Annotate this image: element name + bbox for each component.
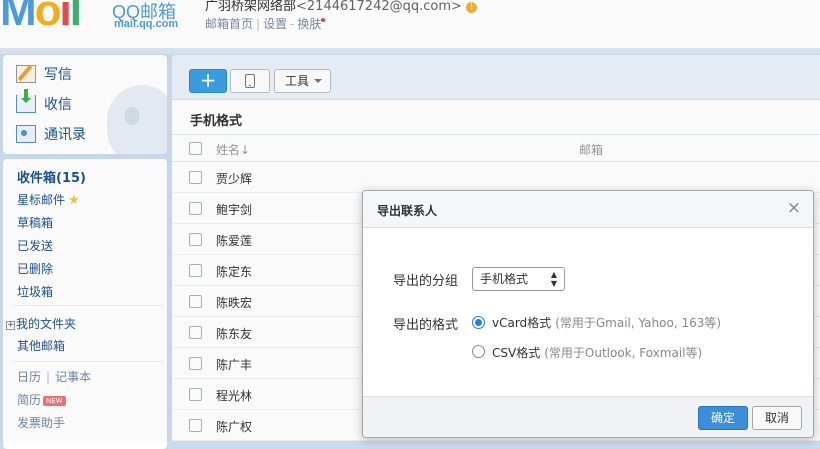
csv-radio[interactable] bbox=[472, 345, 485, 358]
export-contacts-dialog: 导出联系人 × 导出的分组 手机格式 ▲ ▼ 导出的格式 vCard格式 (常用于G… bbox=[362, 190, 814, 438]
dialog-header: 导出联系人 × bbox=[363, 191, 813, 228]
csv-hint: (常用于Outlook, Foxmail等) bbox=[544, 346, 703, 360]
vcard-option[interactable]: vCard格式 (常用于Gmail, Yahoo, 163等) bbox=[492, 314, 721, 331]
vcard-label: vCard格式 bbox=[492, 316, 552, 330]
close-icon[interactable]: × bbox=[787, 199, 801, 217]
dialog-title: 导出联系人 bbox=[377, 204, 438, 218]
export-group-label: 导出的分组 bbox=[393, 274, 459, 289]
confirm-button[interactable]: 确定 bbox=[698, 406, 748, 430]
dialog-footer: 确定 取消 bbox=[363, 396, 813, 437]
cancel-button[interactable]: 取消 bbox=[752, 406, 802, 430]
csv-label: CSV格式 bbox=[492, 346, 541, 360]
vcard-hint: (常用于Gmail, Yahoo, 163等) bbox=[555, 316, 722, 330]
export-format-label: 导出的格式 bbox=[393, 318, 459, 333]
export-group-select[interactable]: 手机格式 ▲ ▼ bbox=[472, 267, 565, 291]
select-arrows-icon: ▲ ▼ bbox=[550, 270, 557, 288]
export-group-value: 手机格式 bbox=[480, 272, 529, 286]
vcard-radio[interactable] bbox=[472, 316, 485, 329]
csv-option[interactable]: CSV格式 (常用于Outlook, Foxmail等) bbox=[492, 344, 702, 361]
